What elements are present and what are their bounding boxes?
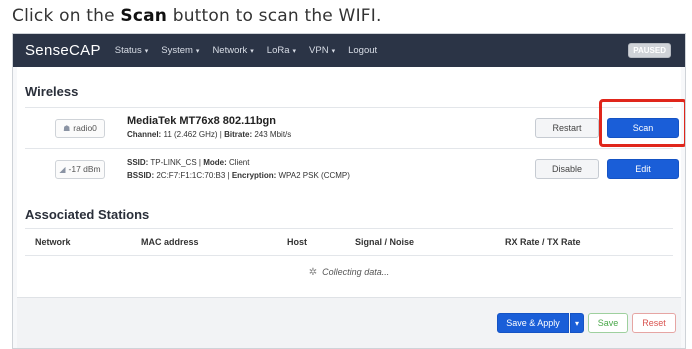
column-signal-noise: Signal / Noise	[355, 237, 415, 247]
edit-button[interactable]: Edit	[607, 159, 679, 179]
scan-highlight-box	[599, 99, 685, 147]
channel-value: 11 (2.462 GHz)	[163, 130, 218, 139]
encryption-value: WPA2 PSK (CCMP)	[278, 171, 350, 180]
network-info: SSID: TP-LINK_CS | Mode: Client BSSID: 2…	[127, 156, 350, 182]
chevron-down-icon: ▾	[574, 318, 579, 328]
top-navbar: SenseCAP Status ▾ System ▾ Network ▾ LoRa ▾ …	[13, 34, 685, 67]
bssid-line: BSSID: 2C:F7:F1:1C:70:B3 | Encryption: W…	[127, 171, 350, 180]
nav-status[interactable]: Status ▾	[115, 45, 148, 56]
column-host: Host	[287, 237, 307, 247]
spinner-icon: ✲	[308, 266, 318, 278]
wireless-title: Wireless	[25, 84, 79, 99]
restart-button[interactable]: Restart	[535, 118, 599, 138]
nav-logout[interactable]: Logout	[348, 45, 377, 56]
reset-button[interactable]: Reset	[632, 313, 676, 333]
mode-value: Client	[228, 158, 250, 167]
paused-badge[interactable]: PAUSED	[628, 43, 671, 58]
browser-frame: SenseCAP Status ▾ System ▾ Network ▾ LoRa ▾ …	[12, 33, 686, 349]
nav-vpn-label: VPN	[309, 45, 329, 56]
save-button[interactable]: Save	[588, 313, 628, 333]
main-content: Wireless ☗ radio0 MediaTek MT76x8 802.11…	[17, 67, 685, 307]
instruction-text: Click on the Scan button to scan the WIF…	[12, 6, 382, 26]
ssid-label: SSID:	[127, 158, 149, 167]
nav-lora-label: LoRa	[266, 45, 290, 56]
associated-stations-title: Associated Stations	[25, 207, 150, 222]
radio-badge-label: radio0	[73, 123, 97, 133]
bitrate-value: 243 Mbit/s	[254, 130, 292, 139]
nav-vpn[interactable]: VPN ▾	[309, 45, 335, 56]
signal-badge-label: -17 dBm	[68, 164, 101, 174]
encryption-label: Encryption:	[231, 171, 277, 180]
bssid-value: 2C:F7:F1:1C:70:B3	[156, 171, 226, 180]
network-row: ◢ -17 dBm SSID: TP-LINK_CS | Mode: Clien…	[25, 148, 679, 189]
column-network: Network	[35, 237, 71, 247]
associated-stations-table: Network MAC address Host Signal / Noise …	[25, 228, 673, 288]
instruction-suffix: button to scan the WIFI.	[167, 6, 382, 26]
nav-logout-label: Logout	[348, 45, 378, 56]
ssid-line: SSID: TP-LINK_CS | Mode: Client	[127, 158, 250, 167]
bitrate-label: Bitrate:	[224, 130, 253, 139]
brand-logo[interactable]: SenseCAP	[25, 42, 101, 59]
radio-row: ☗ radio0 MediaTek MT76x8 802.11bgn Chann…	[25, 99, 685, 148]
collecting-text: Collecting data...	[322, 267, 390, 277]
instruction-emphasis: Scan	[120, 6, 168, 26]
table-header: Network MAC address Host Signal / Noise …	[25, 229, 673, 256]
chevron-down-icon: ▾	[195, 47, 200, 55]
mode-label: Mode:	[203, 158, 227, 167]
nav-system[interactable]: System ▾	[161, 45, 199, 56]
radio-badge: ☗ radio0	[55, 118, 105, 138]
signal-badge: ◢ -17 dBm	[55, 159, 105, 179]
channel-label: Channel:	[127, 130, 162, 139]
nav-status-label: Status	[114, 45, 142, 56]
collecting-status: ✲ Collecting data...	[25, 256, 673, 288]
disable-button[interactable]: Disable	[535, 159, 599, 179]
save-apply-button[interactable]: Save & Apply	[497, 313, 569, 333]
footer-actions: Save & Apply ▾ Save Reset	[17, 297, 681, 348]
radio-detail: Channel: 11 (2.462 GHz) | Bitrate: 243 M…	[127, 130, 292, 139]
radio-icon: ☗	[63, 123, 71, 133]
save-apply-dropdown[interactable]: ▾	[570, 313, 584, 333]
signal-bars-icon: ◢	[59, 164, 66, 174]
bssid-label: BSSID:	[127, 171, 155, 180]
radio-info: MediaTek MT76x8 802.11bgn Channel: 11 (2…	[127, 115, 291, 141]
ssid-value: TP-LINK_CS	[150, 158, 197, 167]
nav-system-label: System	[161, 45, 193, 56]
column-rx-tx-rate: RX Rate / TX Rate	[505, 237, 581, 247]
chevron-down-icon: ▾	[331, 47, 336, 55]
radio-name: MediaTek MT76x8 802.11bgn	[127, 115, 276, 127]
chevron-down-icon: ▾	[144, 47, 149, 55]
nav-network-label: Network	[212, 45, 248, 56]
nav-lora[interactable]: LoRa ▾	[267, 45, 296, 56]
instruction-prefix: Click on the	[12, 6, 121, 26]
nav-network[interactable]: Network ▾	[212, 45, 253, 56]
column-mac-address: MAC address	[141, 237, 199, 247]
chevron-down-icon: ▾	[250, 47, 254, 55]
chevron-down-icon: ▾	[292, 47, 297, 55]
